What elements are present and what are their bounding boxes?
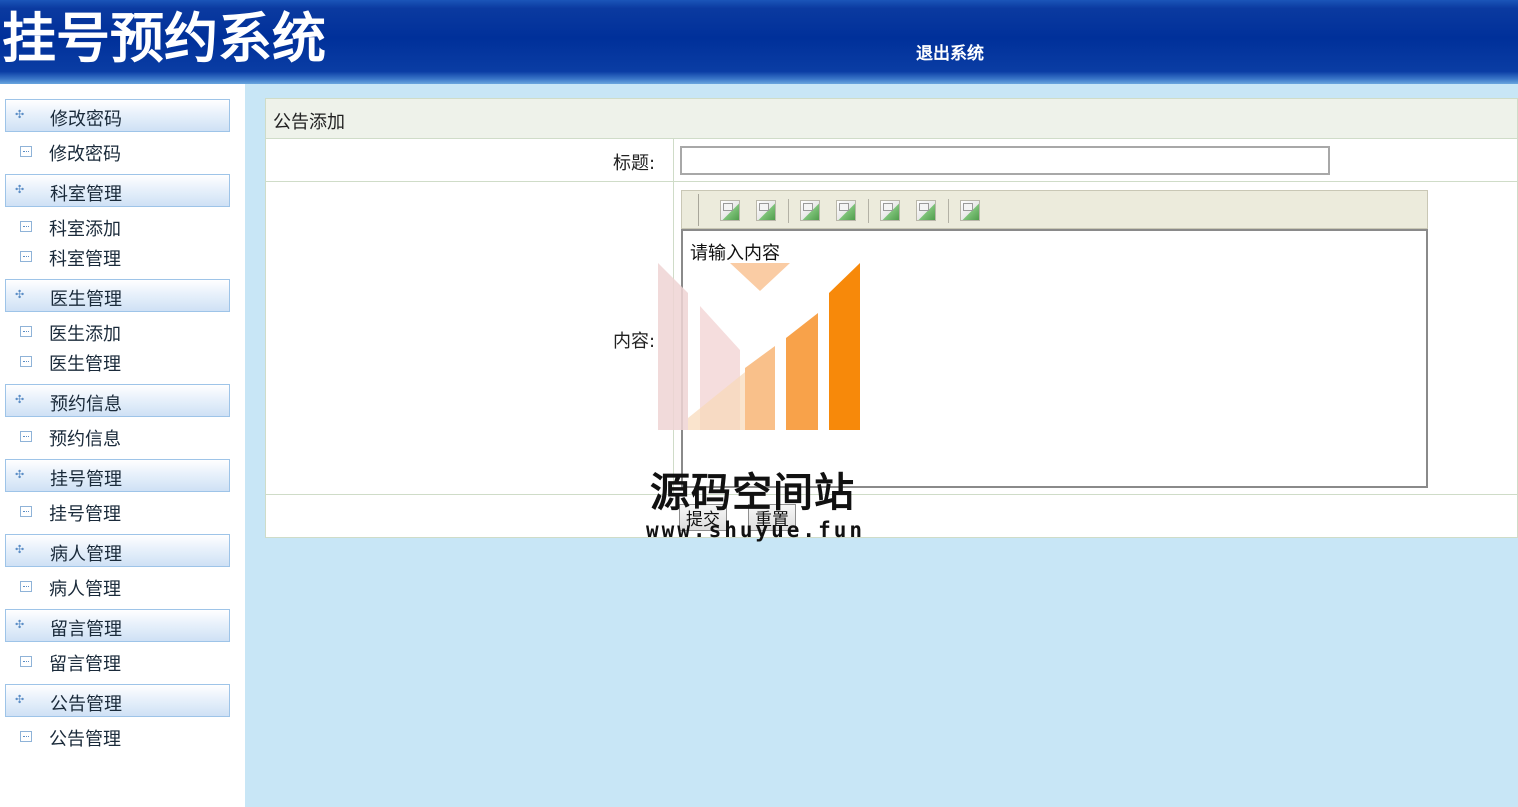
sidebar-item-label: 挂号管理	[49, 504, 121, 525]
sidebar-group-label: 科室管理	[50, 184, 122, 205]
expand-icon: ✣	[15, 693, 25, 706]
notice-add-panel: 公告添加 标题: 内容: 请输入内容 提交 重置	[265, 98, 1518, 538]
page-icon	[20, 251, 32, 262]
sidebar-item-label: 留言管理	[49, 654, 121, 675]
app-title: 挂号预约系统	[2, 7, 326, 70]
sidebar-item-label: 科室管理	[49, 249, 121, 270]
expand-icon: ✣	[15, 108, 25, 121]
page-icon	[20, 656, 32, 667]
image-icon[interactable]	[880, 200, 900, 221]
title-input[interactable]	[680, 146, 1330, 175]
sidebar-group-password[interactable]: ✣ 修改密码	[5, 99, 230, 132]
expand-icon: ✣	[15, 183, 25, 196]
sidebar-group-appointment[interactable]: ✣ 预约信息	[5, 384, 230, 417]
sidebar-item-department-add[interactable]: 科室添加	[5, 213, 230, 241]
sidebar-item-notice-manage[interactable]: 公告管理	[5, 723, 230, 751]
sidebar-item-message-manage[interactable]: 留言管理	[5, 648, 230, 676]
sidebar-group-label: 病人管理	[50, 544, 122, 565]
sidebar-item-label: 病人管理	[49, 579, 121, 600]
content-textarea[interactable]: 请输入内容	[681, 229, 1428, 488]
align-left-icon[interactable]	[800, 200, 820, 221]
sidebar-item-label: 修改密码	[49, 144, 121, 165]
sidebar-group-message[interactable]: ✣ 留言管理	[5, 609, 230, 642]
page-icon	[20, 146, 32, 157]
toolbar-handle[interactable]	[698, 194, 699, 226]
title-label: 标题:	[613, 153, 656, 174]
column-divider	[673, 139, 674, 495]
toolbar-separator	[948, 199, 949, 223]
sidebar-item-registration-manage[interactable]: 挂号管理	[5, 498, 230, 526]
row-divider	[266, 494, 1517, 495]
bold-icon[interactable]	[720, 200, 740, 221]
sidebar-group-department[interactable]: ✣ 科室管理	[5, 174, 230, 207]
sidebar-item-patient-manage[interactable]: 病人管理	[5, 573, 230, 601]
sidebar-item-department-manage[interactable]: 科室管理	[5, 243, 230, 271]
expand-icon: ✣	[15, 543, 25, 556]
logout-link[interactable]: 退出系统	[916, 39, 984, 64]
sidebar-group-notice[interactable]: ✣ 公告管理	[5, 684, 230, 717]
sidebar-group-label: 挂号管理	[50, 469, 122, 490]
page-icon	[20, 506, 32, 517]
expand-icon: ✣	[15, 288, 25, 301]
page-icon	[20, 221, 32, 232]
toolbar-separator	[868, 199, 869, 223]
page-icon	[20, 431, 32, 442]
expand-icon: ✣	[15, 618, 25, 631]
panel-header: 公告添加	[266, 99, 1517, 139]
sidebar: ✣ 修改密码 修改密码 ✣ 科室管理 科室添加 科室管理 ✣ 医生管理 医生添加…	[0, 84, 245, 807]
sidebar-item-change-password[interactable]: 修改密码	[5, 138, 230, 166]
source-icon[interactable]	[960, 200, 980, 221]
content-placeholder: 请输入内容	[690, 243, 780, 264]
sidebar-item-label: 公告管理	[49, 729, 121, 750]
sidebar-item-doctor-add[interactable]: 医生添加	[5, 318, 230, 346]
page-icon	[20, 731, 32, 742]
reset-button[interactable]: 重置	[748, 504, 796, 531]
toolbar-separator	[788, 199, 789, 223]
sidebar-group-label: 留言管理	[50, 619, 122, 640]
panel-title: 公告添加	[273, 112, 345, 133]
page-icon	[20, 581, 32, 592]
sidebar-item-label: 医生管理	[49, 354, 121, 375]
sidebar-group-doctor[interactable]: ✣ 医生管理	[5, 279, 230, 312]
sidebar-group-registration[interactable]: ✣ 挂号管理	[5, 459, 230, 492]
content-label: 内容:	[613, 331, 656, 352]
sidebar-group-patient[interactable]: ✣ 病人管理	[5, 534, 230, 567]
row-divider	[266, 181, 1517, 182]
editor-toolbar	[681, 190, 1428, 229]
link-icon[interactable]	[916, 200, 936, 221]
italic-icon[interactable]	[756, 200, 776, 221]
sidebar-group-label: 公告管理	[50, 694, 122, 715]
sidebar-item-label: 预约信息	[49, 429, 121, 450]
align-center-icon[interactable]	[836, 200, 856, 221]
rich-text-editor: 请输入内容	[681, 190, 1428, 488]
sidebar-group-label: 医生管理	[50, 289, 122, 310]
page-icon	[20, 356, 32, 367]
sidebar-group-label: 修改密码	[50, 109, 122, 130]
sidebar-item-doctor-manage[interactable]: 医生管理	[5, 348, 230, 376]
expand-icon: ✣	[15, 468, 25, 481]
page-icon	[20, 326, 32, 337]
expand-icon: ✣	[15, 393, 25, 406]
sidebar-item-label: 科室添加	[49, 219, 121, 240]
sidebar-item-appointment-info[interactable]: 预约信息	[5, 423, 230, 451]
sidebar-group-label: 预约信息	[50, 394, 122, 415]
submit-button[interactable]: 提交	[679, 504, 727, 531]
app-header: 挂号预约系统 退出系统	[0, 0, 1518, 84]
sidebar-item-label: 医生添加	[49, 324, 121, 345]
